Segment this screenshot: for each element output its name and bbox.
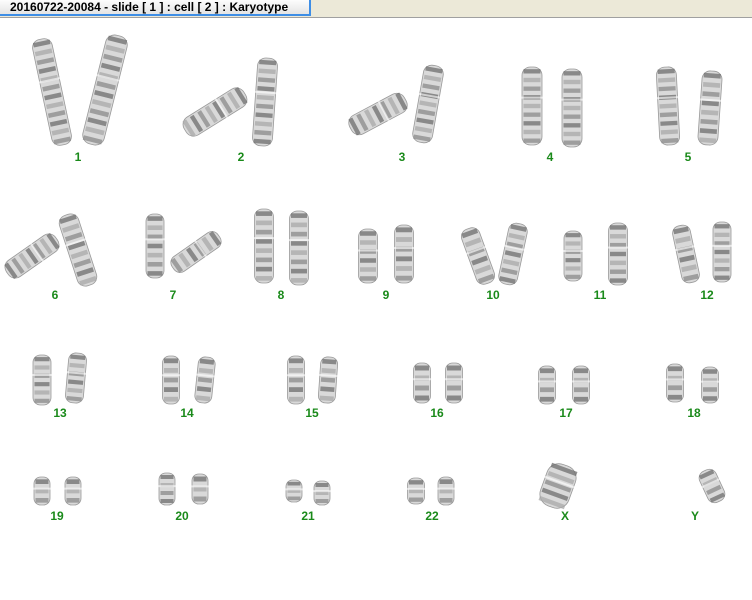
chromosome-label-2: 2	[237, 150, 245, 164]
chr-3b	[412, 64, 444, 144]
karyotype-panel	[0, 18, 752, 595]
chr-16a	[412, 362, 432, 404]
chr-2b	[252, 57, 278, 147]
chr-4a	[521, 66, 543, 146]
chr-18a	[665, 363, 685, 403]
window-titlebar: 20160722-20084 - slide [ 1 ] : cell [ 2 …	[0, 0, 752, 18]
chromosome-label-6: 6	[51, 288, 59, 302]
chromosome-label-5: 5	[684, 150, 692, 164]
chr-6b	[58, 213, 98, 287]
chr-4b	[561, 68, 583, 148]
chromosome-label-16: 16	[430, 406, 444, 420]
chr-14b	[194, 356, 216, 404]
chr-14a	[161, 355, 181, 405]
chromosome-label-8: 8	[277, 288, 285, 302]
chr-12b	[712, 221, 732, 283]
chr-6a	[4, 233, 60, 279]
chromosome-label-4: 4	[546, 150, 554, 164]
chromosome-label-15: 15	[305, 406, 319, 420]
chromosome-label-20: 20	[175, 509, 189, 523]
chr-1a	[32, 38, 72, 146]
chr-11b	[607, 222, 629, 286]
chr-21a	[285, 479, 303, 503]
chromosome-label-1: 1	[74, 150, 82, 164]
chr-5a	[655, 66, 681, 146]
chr-8a	[253, 208, 275, 284]
chr-10a	[460, 227, 496, 285]
chr-20b	[191, 473, 209, 505]
chr-11a	[563, 230, 583, 282]
chromosome-label-x: X	[560, 509, 569, 523]
chr-10b	[498, 222, 528, 286]
chr-20a	[158, 472, 176, 506]
chr-5b	[697, 70, 723, 146]
chr-22a	[406, 477, 426, 505]
chr-x	[538, 462, 578, 510]
chr-9b	[393, 224, 415, 284]
chr-17a	[537, 365, 557, 405]
chr-19a	[33, 476, 51, 506]
chromosome-label-9: 9	[382, 288, 390, 302]
chr-2a	[182, 86, 248, 138]
chromosome-label-14: 14	[180, 406, 194, 420]
chromosome-label-7: 7	[169, 288, 177, 302]
chr-21b	[313, 480, 331, 506]
chr-15a	[286, 355, 306, 405]
chr-3a	[348, 92, 408, 136]
chr-18b	[700, 366, 720, 404]
chromosome-label-21: 21	[301, 509, 315, 523]
chr-1b	[82, 34, 128, 146]
window-title-tab[interactable]: 20160722-20084 - slide [ 1 ] : cell [ 2 …	[0, 0, 311, 16]
chr-y	[698, 468, 726, 504]
chromosome-label-17: 17	[559, 406, 573, 420]
chromosome-label-13: 13	[53, 406, 67, 420]
chromosome-label-10: 10	[486, 288, 500, 302]
chromosome-label-11: 11	[593, 288, 607, 302]
chr-22b	[437, 476, 455, 506]
chromosome-label-y: Y	[690, 509, 699, 523]
chr-8b	[288, 210, 310, 286]
chromosome-label-12: 12	[700, 288, 714, 302]
chromosome-label-18: 18	[687, 406, 701, 420]
chr-12a	[672, 224, 700, 284]
chr-15b	[317, 356, 339, 404]
chr-19b	[64, 476, 82, 506]
chr-13b	[65, 352, 87, 404]
karyotype-image	[4, 34, 732, 510]
chr-7a	[145, 213, 165, 279]
chr-16b	[444, 362, 464, 404]
chromosome-label-3: 3	[398, 150, 406, 164]
chromosome-label-19: 19	[50, 509, 64, 523]
chr-7b	[170, 231, 222, 273]
chr-17b	[571, 365, 591, 405]
window-title: 20160722-20084 - slide [ 1 ] : cell [ 2 …	[10, 0, 289, 14]
chromosome-label-22: 22	[425, 509, 439, 523]
chr-13a	[32, 354, 52, 406]
chr-9a	[357, 228, 379, 284]
